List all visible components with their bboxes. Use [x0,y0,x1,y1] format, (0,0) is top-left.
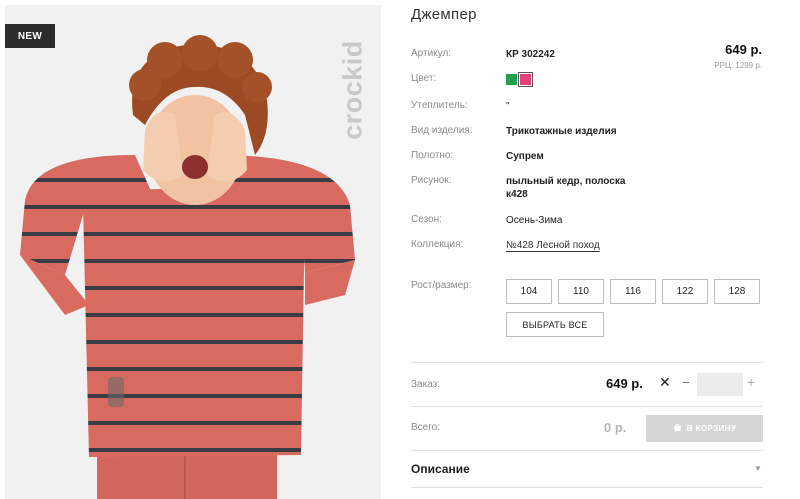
insulation-label: Утеплитель: [411,100,468,111]
divider [411,362,763,363]
divider [411,406,763,407]
season-value: Осень-Зима [506,215,563,226]
brand-logo: crockid [337,15,369,165]
new-badge: NEW [5,24,55,48]
total-value: 0 р. [604,420,627,435]
color-swatches [506,71,656,87]
kind-value: Трикотажные изделия [506,126,617,137]
add-to-cart-button[interactable]: В КОРЗИНУ [646,415,763,442]
size-options: 104 110 116 122 128 [506,279,760,304]
price-block: 649 р. РРЦ: 1299 р. [714,42,762,70]
fabric-label: Полотно: [411,150,454,161]
pattern-value: пыльный кедр, полоска к428 [506,176,626,200]
select-all-sizes-button[interactable]: ВЫБРАТЬ ВСЕ [506,312,604,337]
quantity-decrease-button[interactable]: − [682,375,690,389]
recommended-price: РРЦ: 1299 р. [714,61,762,70]
clear-order-icon[interactable]: ✕ [659,375,671,389]
product-price: 649 р. [725,42,762,57]
fabric-value: Супрем [506,151,544,162]
product-title: Джемпер [411,6,477,23]
child-illustration [20,35,355,499]
chevron-down-icon[interactable]: ▼ [754,464,762,473]
quantity-increase-button[interactable]: + [747,375,755,389]
quantity-input[interactable] [697,373,743,396]
description-toggle[interactable]: Описание [411,462,470,476]
total-label: Всего: [411,422,440,433]
cart-icon [673,423,682,434]
collection-link[interactable]: №428 Лесной поход [506,239,656,252]
insulation-value: " [506,101,510,112]
season-label: Сезон: [411,214,442,225]
color-swatch-green[interactable] [506,73,517,85]
article-label: Артикул: [411,48,452,59]
size-button-104[interactable]: 104 [506,279,552,304]
size-label: Рост/размер: [411,280,472,291]
color-swatch-pink[interactable] [518,71,533,87]
size-button-122[interactable]: 122 [662,279,708,304]
brand-logo-text: crockid [337,40,368,140]
order-price: 649 р. [606,376,643,391]
add-to-cart-label: В КОРЗИНУ [686,424,737,433]
article-value: КР 302242 [506,49,555,60]
divider [411,487,763,488]
product-photo[interactable]: NEW crockid [5,5,381,499]
size-button-110[interactable]: 110 [558,279,604,304]
divider [411,450,763,451]
color-label: Цвет: [411,73,437,84]
kind-label: Вид изделия: [411,125,473,136]
size-button-128[interactable]: 128 [714,279,760,304]
size-button-116[interactable]: 116 [610,279,656,304]
order-label: Заказ: [411,379,441,390]
pattern-label: Рисунок: [411,175,452,186]
collection-label: Коллекция: [411,239,464,250]
